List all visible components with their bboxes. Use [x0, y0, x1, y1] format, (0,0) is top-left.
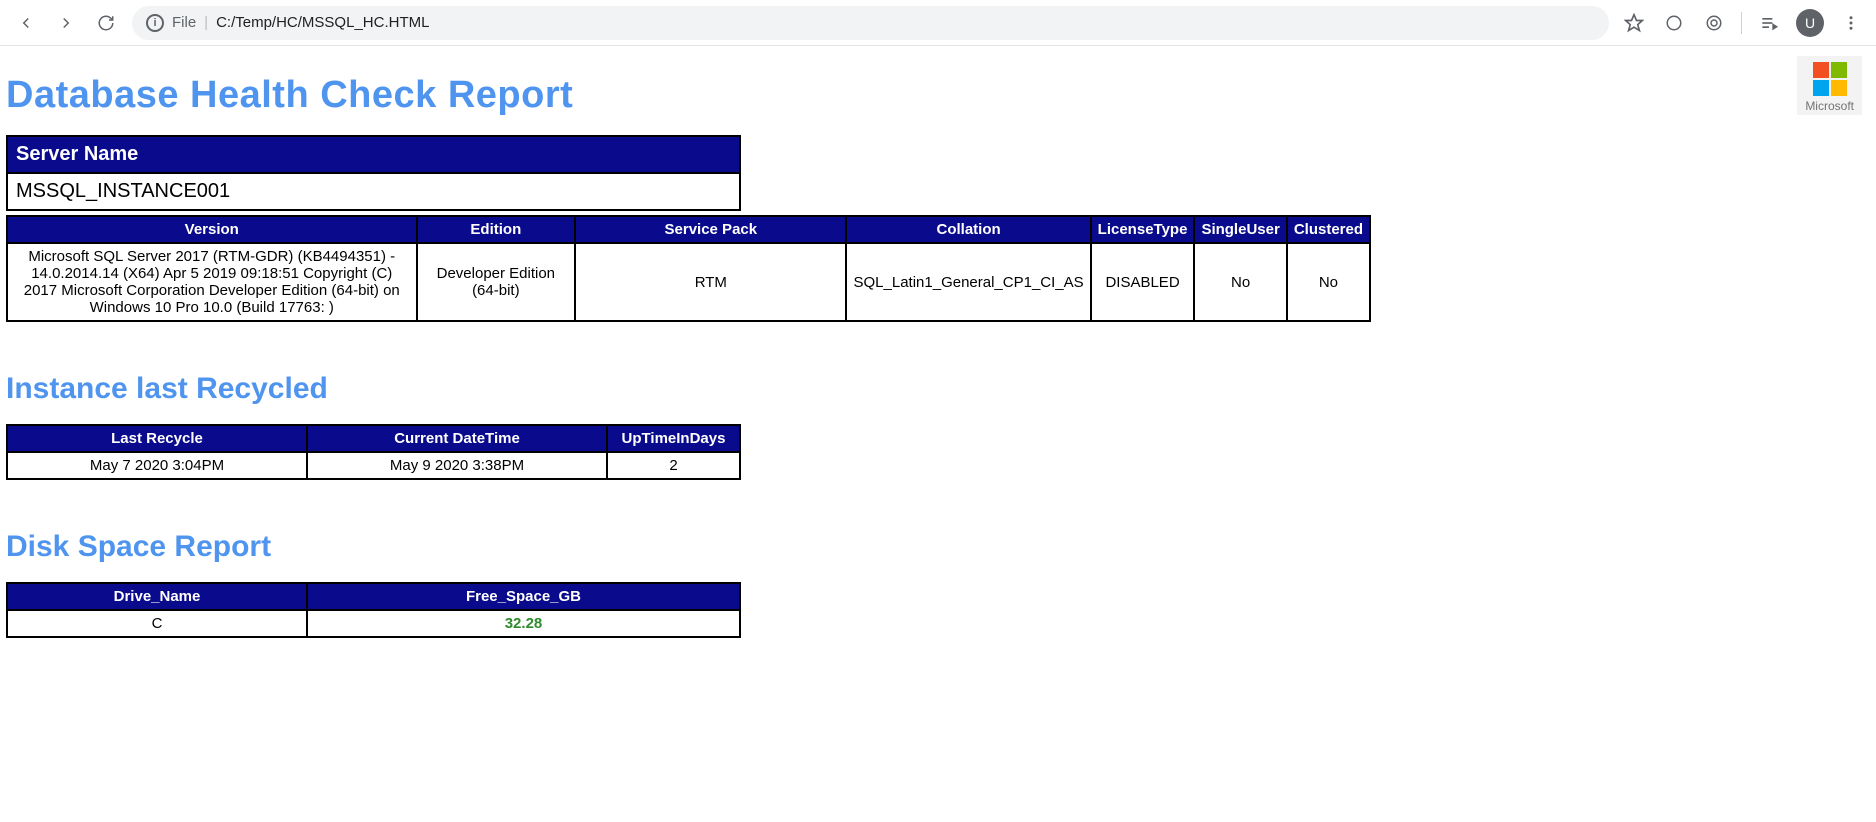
- cell-current-datetime: May 9 2020 3:38PM: [307, 452, 607, 479]
- col-collation: Collation: [846, 216, 1090, 243]
- col-single-user: SingleUser: [1194, 216, 1286, 243]
- server-name-header: Server Name: [7, 136, 740, 173]
- page-title: Database Health Check Report: [6, 74, 1870, 117]
- version-table: Version Edition Service Pack Collation L…: [6, 215, 1371, 322]
- col-license-type: LicenseType: [1091, 216, 1195, 243]
- url-path: C:/Temp/HC/MSSQL_HC.HTML: [216, 14, 429, 31]
- section-recycle-heading: Instance last Recycled: [6, 372, 1870, 406]
- extension-icon-1[interactable]: [1661, 10, 1687, 36]
- cell-edition: Developer Edition (64-bit): [417, 243, 576, 321]
- server-name-table: Server Name MSSQL_INSTANCE001: [6, 135, 741, 211]
- forward-button[interactable]: [52, 9, 80, 37]
- cell-uptime-days: 2: [607, 452, 740, 479]
- cell-single-user: No: [1194, 243, 1286, 321]
- kebab-menu-icon[interactable]: [1838, 10, 1864, 36]
- col-edition: Edition: [417, 216, 576, 243]
- extension-icon-2[interactable]: [1701, 10, 1727, 36]
- server-name-value: MSSQL_INSTANCE001: [7, 173, 740, 210]
- cell-version: Microsoft SQL Server 2017 (RTM-GDR) (KB4…: [7, 243, 417, 321]
- site-info-icon[interactable]: i: [146, 14, 164, 32]
- cell-collation: SQL_Latin1_General_CP1_CI_AS: [846, 243, 1090, 321]
- browser-toolbar: i File | C:/Temp/HC/MSSQL_HC.HTML U: [0, 0, 1876, 46]
- microsoft-logo-text: Microsoft: [1805, 99, 1854, 113]
- disk-table: Drive_Name Free_Space_GB C 32.28: [6, 582, 741, 638]
- toolbar-separator: [1741, 12, 1742, 34]
- col-service-pack: Service Pack: [575, 216, 846, 243]
- report-body: Microsoft Database Health Check Report S…: [0, 46, 1876, 668]
- cell-service-pack: RTM: [575, 243, 846, 321]
- cell-clustered: No: [1287, 243, 1370, 321]
- cell-license-type: DISABLED: [1091, 243, 1195, 321]
- url-separator: |: [204, 14, 208, 31]
- section-disk-heading: Disk Space Report: [6, 530, 1870, 564]
- microsoft-logo: Microsoft: [1797, 56, 1862, 115]
- recycle-table: Last Recycle Current DateTime UpTimeInDa…: [6, 424, 741, 480]
- media-control-icon[interactable]: [1756, 10, 1782, 36]
- bookmark-star-icon[interactable]: [1621, 10, 1647, 36]
- col-version: Version: [7, 216, 417, 243]
- col-clustered: Clustered: [1287, 216, 1370, 243]
- address-bar[interactable]: i File | C:/Temp/HC/MSSQL_HC.HTML: [132, 6, 1609, 40]
- microsoft-logo-icon: [1813, 62, 1847, 96]
- col-uptime-days: UpTimeInDays: [607, 425, 740, 452]
- cell-last-recycle: May 7 2020 3:04PM: [7, 452, 307, 479]
- col-free-space: Free_Space_GB: [307, 583, 740, 610]
- reload-button[interactable]: [92, 9, 120, 37]
- cell-free-space: 32.28: [307, 610, 740, 637]
- col-current-datetime: Current DateTime: [307, 425, 607, 452]
- cell-drive-name: C: [7, 610, 307, 637]
- back-button[interactable]: [12, 9, 40, 37]
- col-drive-name: Drive_Name: [7, 583, 307, 610]
- url-scheme-label: File: [172, 14, 196, 31]
- profile-avatar[interactable]: U: [1796, 9, 1824, 37]
- col-last-recycle: Last Recycle: [7, 425, 307, 452]
